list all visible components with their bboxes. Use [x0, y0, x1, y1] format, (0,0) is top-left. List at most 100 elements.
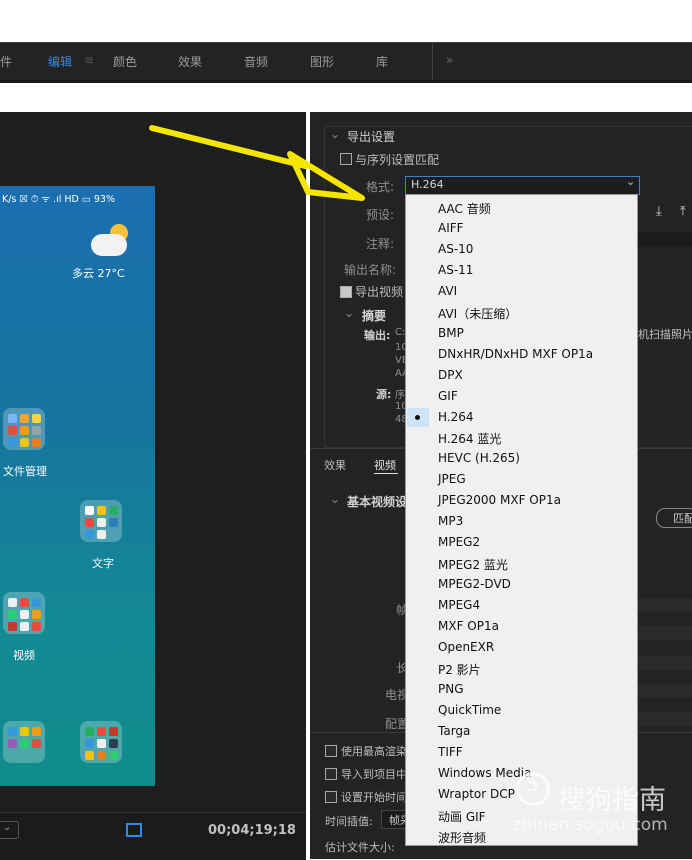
format-option[interactable]: PNG — [406, 679, 637, 700]
folder-icon[interactable] — [3, 592, 45, 634]
interp-label: 时间插值: — [325, 815, 373, 828]
weather-text: 多云 27°C — [72, 267, 125, 280]
folder-icon[interactable] — [3, 408, 45, 450]
format-option[interactable]: OpenEXR — [406, 637, 637, 658]
active-tab-underline — [374, 473, 398, 474]
format-option-label: AS-11 — [438, 262, 474, 277]
format-option[interactable]: JPEG — [406, 469, 637, 490]
format-option[interactable]: MXF OP1a — [406, 616, 637, 637]
field-background[interactable] — [638, 598, 692, 612]
format-option[interactable]: MPEG2 — [406, 532, 637, 553]
tab-assembly[interactable]: 件 — [0, 53, 12, 70]
format-option[interactable]: AAC 音频 — [406, 197, 637, 218]
overflow-chevron-icon[interactable]: » — [446, 53, 453, 67]
format-dropdown-list[interactable]: AAC 音频 AIFF AS-10 AS-11 AVI AVI（未压缩） BMP DNxHR/… — [405, 194, 638, 846]
format-option-label: TIFF — [438, 744, 463, 759]
format-option[interactable]: AS-11 — [406, 260, 637, 281]
preset-label: 预设: — [366, 208, 395, 222]
chevron-down-icon[interactable]: ⌄ — [330, 492, 340, 506]
format-option[interactable]: QuickTime — [406, 700, 637, 721]
set-start-checkbox[interactable] — [325, 791, 337, 803]
format-option-label: H.264 — [438, 409, 474, 424]
format-option-label: AS-10 — [438, 241, 474, 256]
format-option-label: GIF — [438, 388, 458, 403]
folder-icon[interactable] — [80, 500, 122, 542]
format-option-label: BMP — [438, 325, 464, 340]
field-background[interactable] — [638, 712, 692, 726]
format-option-label: MPEG2 — [438, 535, 481, 550]
format-option[interactable]: HEVC (H.265) — [406, 448, 637, 469]
timecode[interactable]: 00;04;19;18 — [208, 823, 296, 838]
folder-icon[interactable] — [80, 721, 122, 763]
format-option[interactable]: AIFF — [406, 218, 637, 239]
app-label-docs: 文字 — [92, 557, 114, 570]
field-background[interactable] — [638, 656, 692, 670]
sogou-logo-icon: S — [516, 772, 550, 806]
watermark-url: zhinan.sogou.com — [513, 815, 668, 835]
annotation-arrow-icon — [149, 125, 365, 201]
format-option-label: Windows Media — [438, 765, 532, 780]
tab-effects[interactable]: 效果 — [324, 457, 346, 473]
format-option-label: AVI（未压缩） — [438, 306, 518, 321]
format-option[interactable]: DPX — [406, 365, 637, 386]
field-background[interactable] — [638, 626, 692, 640]
save-preset-icon[interactable]: ⤓ — [656, 204, 662, 219]
format-option-label: AAC 音频 — [438, 202, 491, 216]
format-option-label: MP3 — [438, 514, 464, 529]
format-option[interactable]: GIF — [406, 386, 637, 407]
format-label: 格式: — [366, 180, 395, 194]
import-project-checkbox[interactable] — [325, 768, 337, 780]
format-option[interactable]: P2 影片 — [406, 658, 637, 679]
zoom-dropdown[interactable]: ⌄ — [0, 821, 19, 839]
format-option[interactable]: AS-10 — [406, 239, 637, 260]
tab-edit[interactable]: 编辑 — [48, 53, 72, 70]
field-background[interactable] — [638, 684, 692, 698]
chevron-down-icon: ⌄ — [3, 822, 12, 833]
export-video-checkbox[interactable] — [340, 286, 352, 298]
est-size-label: 估计文件大小: — [325, 841, 395, 854]
comment-field[interactable] — [638, 232, 692, 246]
format-option-label: AVI — [438, 283, 458, 298]
format-option[interactable]: DNxHR/DNxHD MXF OP1a — [406, 344, 637, 365]
format-option[interactable]: MP3 — [406, 511, 637, 532]
header-divider — [0, 80, 692, 83]
tab-graphics[interactable]: 图形 — [310, 53, 334, 70]
chevron-down-icon[interactable]: ⌄ — [344, 306, 354, 320]
format-option[interactable]: MPEG4 — [406, 595, 637, 616]
format-option-label: JPEG — [438, 472, 466, 487]
tab-color[interactable]: 颜色 — [113, 53, 137, 70]
format-option-label: Wraptor DCP — [438, 786, 515, 801]
format-option[interactable]: TIFF — [406, 742, 637, 763]
format-option[interactable]: MPEG2 蓝光 — [406, 553, 637, 574]
app-label-video: 视频 — [13, 649, 35, 662]
phone-preview: K/s ☒ ⏱ ᯤ .ıl HD ▭ 93% 多云 27°C 文件管理 文字 视… — [0, 186, 155, 786]
format-option[interactable]: AVI — [406, 281, 637, 302]
format-select[interactable]: H.264 ⌄ — [405, 175, 640, 195]
max-render-checkbox[interactable] — [325, 745, 337, 757]
format-option[interactable]: Targa — [406, 721, 637, 742]
format-option-label: MPEG2-DVD — [438, 577, 511, 592]
output-value: C: — [395, 327, 406, 338]
tab-audio[interactable]: 音频 — [244, 53, 268, 70]
output-path-tail: 机扫描照片 — [638, 328, 692, 341]
divider — [432, 43, 433, 81]
app-label-files: 文件管理 — [3, 465, 47, 478]
format-option[interactable]: H.264 蓝光 — [406, 427, 637, 448]
tab-effects[interactable]: 效果 — [178, 53, 202, 70]
workspace-menu-icon[interactable]: ≡ — [84, 53, 94, 67]
tab-video[interactable]: 视频 — [374, 457, 396, 473]
format-option[interactable]: AVI（未压缩） — [406, 302, 637, 323]
folder-icon[interactable] — [3, 721, 45, 763]
format-option-label: H.264 蓝光 — [438, 432, 502, 447]
format-value: H.264 — [411, 178, 444, 191]
format-option[interactable]: MPEG2-DVD — [406, 574, 637, 595]
format-option[interactable]: BMP — [406, 323, 637, 344]
watermark-text: 搜狗指南 — [558, 785, 666, 816]
match-source-button[interactable]: 匹配 — [656, 508, 692, 528]
crop-icon[interactable] — [126, 823, 142, 837]
format-option[interactable]: H.264 — [406, 407, 637, 428]
format-option[interactable]: JPEG2000 MXF OP1a — [406, 490, 637, 511]
max-render-label: 使用最高渲染 — [341, 745, 407, 758]
tab-libraries[interactable]: 库 — [376, 53, 388, 70]
import-preset-icon[interactable]: ⤒ — [680, 204, 686, 219]
